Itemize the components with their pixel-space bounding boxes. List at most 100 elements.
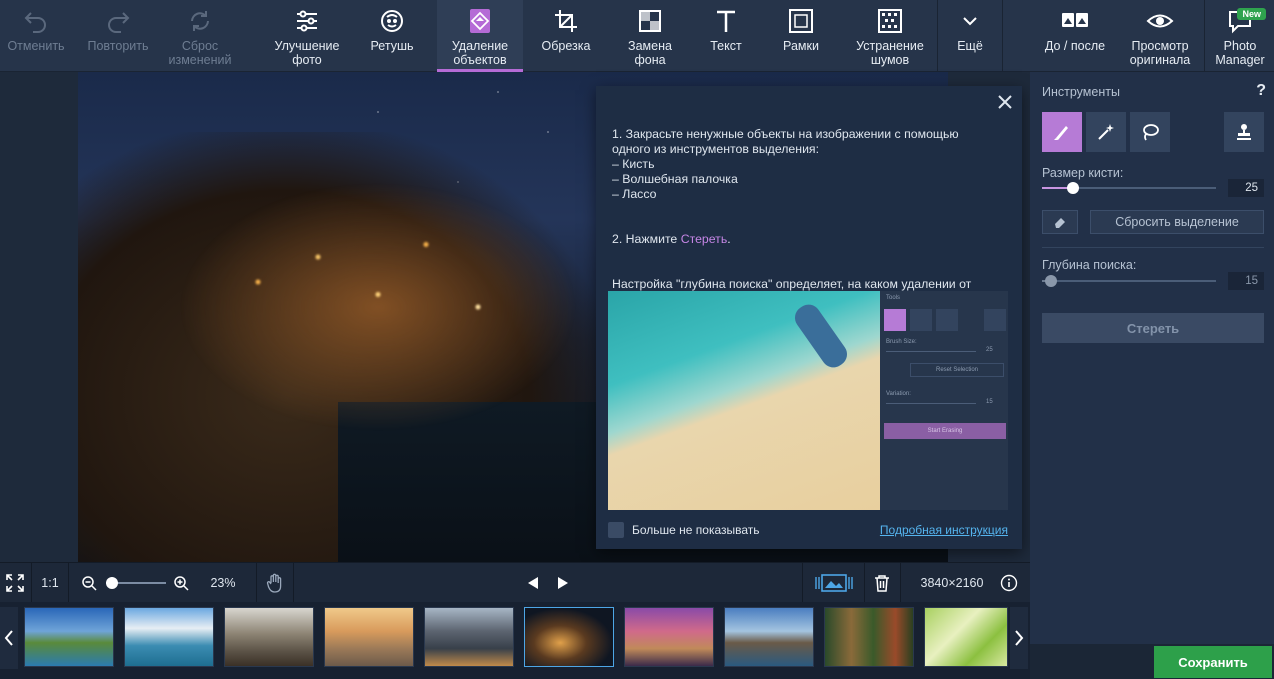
dont-show-again[interactable]: Больше не показывать: [608, 522, 760, 538]
next-image-button[interactable]: [552, 563, 574, 603]
reset-selection-button[interactable]: Сбросить выделение: [1090, 210, 1264, 234]
eraser-button[interactable]: [1042, 210, 1078, 234]
undo-button[interactable]: Отменить: [0, 0, 72, 72]
help-popup: 1. Закрасьте ненужные объекты на изображ…: [596, 86, 1022, 549]
clone-stamp-tool-button[interactable]: [1224, 112, 1264, 152]
denoise-button[interactable]: Устранение шумов: [846, 0, 934, 72]
thumbnail[interactable]: [924, 607, 1008, 667]
help-button[interactable]: ?: [1256, 82, 1266, 100]
magic-wand-tool-button[interactable]: [1086, 112, 1126, 152]
filmstrip-toggle-button[interactable]: [806, 563, 862, 603]
crop-icon: [555, 10, 577, 32]
chevron-left-icon: [4, 630, 13, 646]
filmstrip-left-button[interactable]: [0, 607, 18, 669]
fit-screen-button[interactable]: [0, 563, 30, 603]
mini-variation-label: Variation:: [886, 391, 911, 397]
mini-wand-button: [910, 309, 932, 331]
mini-tools-label: Tools: [886, 295, 901, 301]
tools-title: Инструменты: [1042, 85, 1120, 99]
zoom-in-button[interactable]: [170, 563, 192, 603]
image-info-button[interactable]: [996, 563, 1022, 603]
filmstrip-right-button[interactable]: [1010, 607, 1028, 669]
thumbnail[interactable]: [624, 607, 714, 667]
status-divider: [864, 563, 865, 603]
noise-icon: [878, 9, 902, 33]
chevron-down-icon: [963, 17, 977, 26]
thumbnail[interactable]: [324, 607, 414, 667]
mini-lasso-button: [936, 309, 958, 331]
before-after-icon: [1062, 13, 1088, 27]
retouch-button[interactable]: Ретушь: [358, 0, 426, 72]
erase-button[interactable]: Стереть: [1042, 313, 1264, 343]
frames-button[interactable]: Рамки: [768, 0, 834, 72]
hand-tool-button[interactable]: [258, 563, 292, 603]
panel-divider: [1042, 247, 1264, 248]
enhance-photo-button[interactable]: Улучшение фото: [264, 0, 350, 72]
text-label: Текст: [710, 39, 742, 53]
view-original-button[interactable]: Просмотр оригинала: [1120, 0, 1200, 72]
save-button[interactable]: Сохранить: [1154, 646, 1272, 678]
thumbnail[interactable]: [24, 607, 114, 667]
brush-size-knob[interactable]: [1067, 182, 1080, 194]
text-button[interactable]: Текст: [696, 0, 756, 72]
thumbnail-selected[interactable]: [524, 607, 614, 667]
main-toolbar: Отменить Повторить Сброс изменений Улучш…: [0, 0, 1274, 72]
more-button[interactable]: Ещё: [940, 0, 1000, 72]
remove-objects-button[interactable]: Удаление объектов: [437, 0, 523, 72]
search-depth-knob[interactable]: [1044, 275, 1057, 287]
status-divider: [802, 563, 803, 603]
brush-size-slider[interactable]: [1042, 182, 1216, 194]
undo-label: Отменить: [7, 39, 65, 53]
replace-background-button[interactable]: Замена фона: [612, 0, 688, 72]
brush-icon: [1054, 126, 1068, 140]
preview-mini-panel: Tools Brush Size: 25 Reset Selection Var…: [880, 291, 1008, 510]
zoom-out-button[interactable]: [78, 563, 100, 603]
delete-button[interactable]: [866, 563, 898, 603]
mini-variation-slider: [886, 403, 976, 404]
text-icon: [717, 10, 735, 32]
triangle-left-icon: [528, 577, 538, 589]
thumbnail[interactable]: [724, 607, 814, 667]
zoom-slider[interactable]: [104, 563, 168, 603]
info-icon: [1000, 574, 1018, 592]
tools-panel: Инструменты ? Размер кисти: 25 Сбросить …: [1030, 72, 1274, 644]
thumbnail[interactable]: [124, 607, 214, 667]
search-depth-slider[interactable]: [1042, 275, 1216, 287]
lasso-tool-button[interactable]: [1130, 112, 1170, 152]
dont-show-checkbox[interactable]: [608, 522, 624, 538]
mini-stamp-button: [984, 309, 1006, 331]
detailed-instructions-link[interactable]: Подробная инструкция: [880, 523, 1008, 537]
thumbnail[interactable]: [224, 607, 314, 667]
brush-size-value[interactable]: 25: [1228, 179, 1264, 197]
sliders-icon: [297, 10, 317, 32]
crop-button[interactable]: Обрезка: [530, 0, 602, 72]
photo-manager-button[interactable]: New Photo Manager: [1206, 0, 1274, 72]
actual-size-button[interactable]: 1:1: [32, 563, 68, 603]
thumbnail[interactable]: [824, 607, 914, 667]
new-badge: New: [1237, 8, 1266, 20]
brush-tool-button[interactable]: [1042, 112, 1082, 152]
redo-label: Повторить: [87, 39, 149, 53]
stamp-icon: [1237, 124, 1251, 140]
undo-icon: [24, 12, 46, 33]
before-after-button[interactable]: До / после: [1034, 0, 1116, 72]
triangle-right-icon: [558, 577, 568, 589]
search-depth-value[interactable]: 15: [1228, 272, 1264, 290]
reset-changes-button[interactable]: Сброс изменений: [162, 0, 238, 72]
eye-icon: [1146, 14, 1174, 28]
frames-label: Рамки: [783, 39, 819, 53]
mini-reset-button: Reset Selection: [910, 363, 1004, 377]
redo-button[interactable]: Повторить: [80, 0, 156, 72]
preview-boat: [790, 299, 852, 373]
status-divider: [256, 563, 257, 603]
status-divider: [900, 563, 901, 603]
zoom-slider-knob[interactable]: [106, 577, 118, 589]
previous-image-button[interactable]: [522, 563, 544, 603]
eraser-icon: [1055, 218, 1065, 228]
thumbnail[interactable]: [424, 607, 514, 667]
remove-objects-label: Удаление объектов: [451, 39, 509, 67]
photo-town: [178, 182, 578, 432]
close-icon[interactable]: [996, 93, 1014, 111]
help-step2-suffix: .: [727, 232, 731, 246]
retouch-label: Ретушь: [370, 39, 414, 53]
